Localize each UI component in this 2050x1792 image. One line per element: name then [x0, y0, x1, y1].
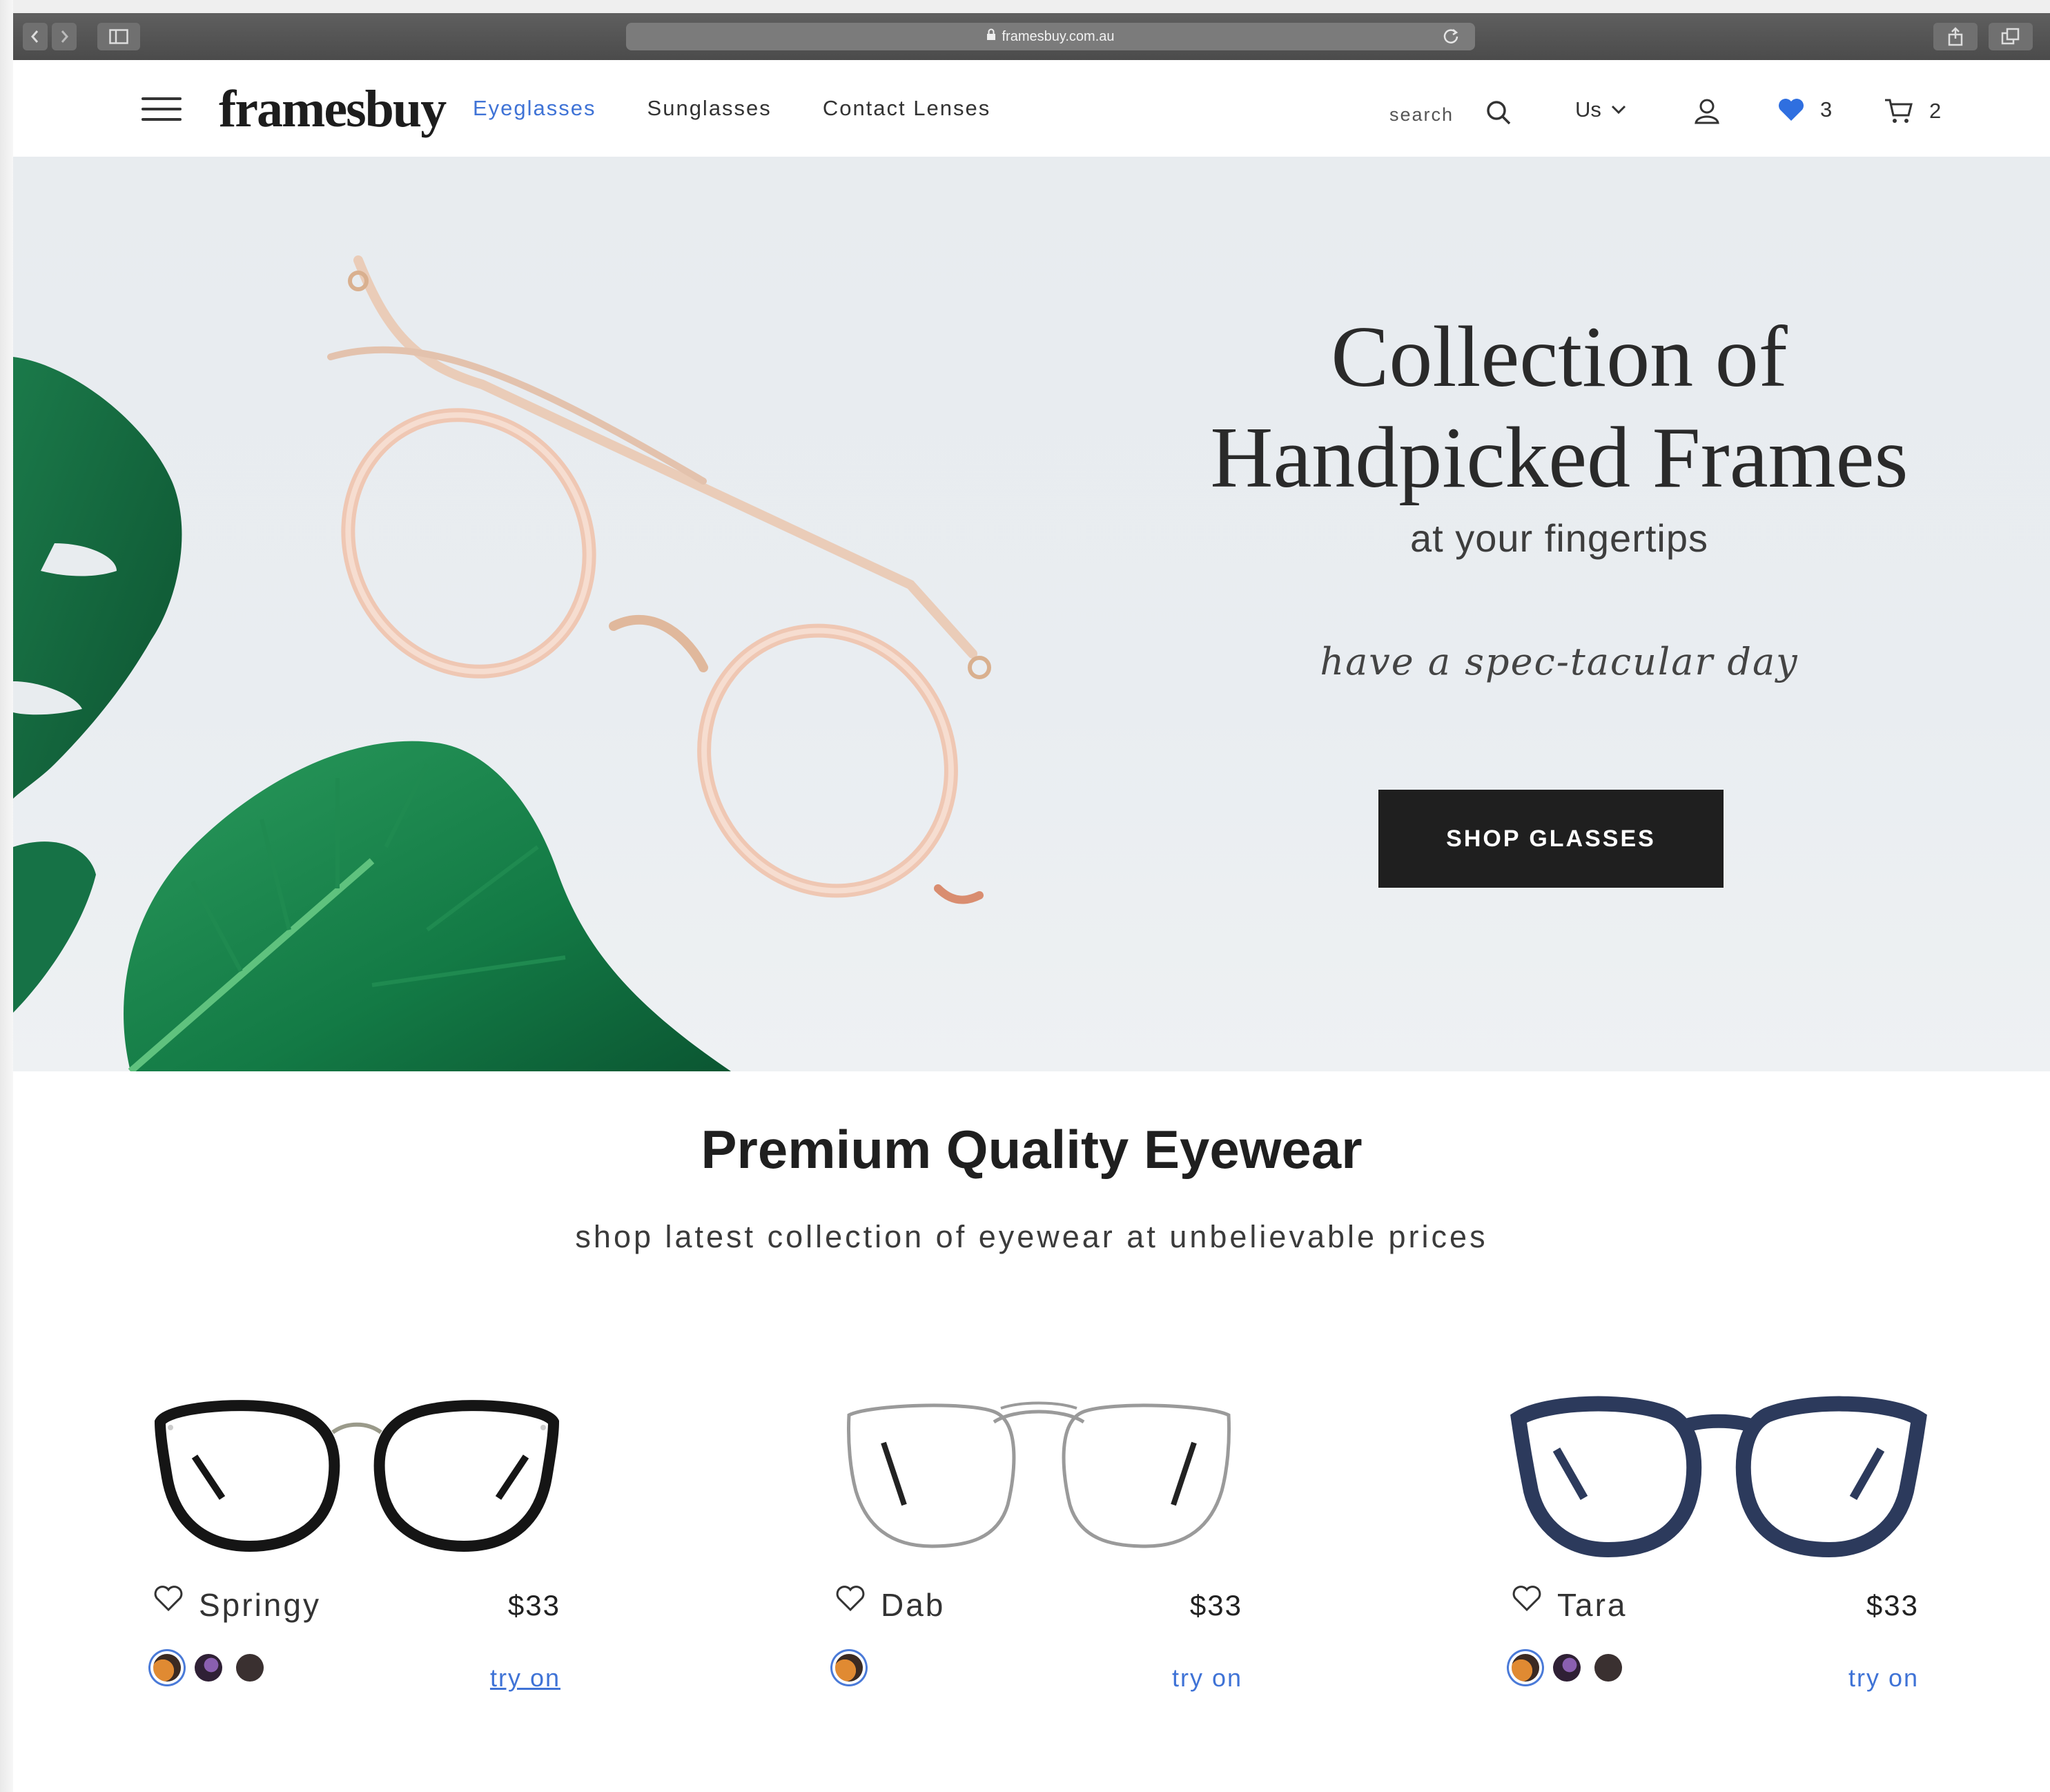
nav-sunglasses[interactable]: Sunglasses [647, 96, 772, 121]
product-image-springy [154, 1400, 560, 1552]
chevron-down-icon [1611, 105, 1626, 115]
nav-contact-lenses[interactable]: Contact Lenses [823, 96, 990, 121]
product-price: $33 [1866, 1589, 1919, 1621]
product-card-tara[interactable]: Tara $33 try on [1505, 1381, 1960, 1726]
shop-glasses-button[interactable]: SHOP GLASSES [1378, 790, 1724, 888]
search-label[interactable]: search [1389, 104, 1454, 126]
tabs-icon [2001, 28, 2020, 45]
product-price: $33 [507, 1589, 560, 1621]
share-button[interactable] [1933, 23, 1978, 50]
swatch-tortoise[interactable] [153, 1654, 181, 1682]
user-icon[interactable] [1693, 97, 1721, 128]
product-card-dab[interactable]: Dab $33 try on [828, 1381, 1284, 1726]
lock-icon [986, 28, 996, 45]
browser-back-button[interactable] [23, 23, 48, 50]
hero-title-line-1: Collection of [1331, 309, 1788, 405]
chevron-right-icon [61, 30, 68, 43]
swatch-dark[interactable] [236, 1654, 264, 1682]
region-label: Us [1575, 97, 1601, 121]
sidebar-icon [109, 29, 128, 44]
product-name[interactable]: Dab [881, 1586, 945, 1624]
region-selector[interactable]: Us [1575, 97, 1626, 122]
monstera-leaf-bottom [124, 741, 731, 1071]
site-header: framesbuy Eyeglasses Sunglasses Contact … [13, 60, 2050, 157]
color-swatches [153, 1654, 264, 1682]
cart-count: 2 [1929, 99, 1942, 123]
cart-icon [1885, 99, 1913, 123]
heart-icon [1779, 99, 1804, 121]
main-nav: Eyeglasses Sunglasses Contact Lenses [473, 96, 1042, 121]
product-price: $33 [1189, 1589, 1242, 1621]
hero-title-line-2: Handpicked Frames [1210, 410, 1909, 506]
tabs-overview-button[interactable] [1989, 23, 2033, 50]
hero-title: Collection of Handpicked Frames [1159, 307, 1960, 509]
window-shadow-top [0, 0, 2050, 13]
url-text: framesbuy.com.au [1002, 28, 1115, 44]
sidebar-toggle-button[interactable] [97, 23, 140, 50]
color-swatches [1512, 1654, 1622, 1682]
cart-link[interactable]: 2 [1884, 97, 1941, 125]
address-bar[interactable]: framesbuy.com.au [626, 23, 1475, 50]
product-image-tara [1510, 1396, 1927, 1558]
heart-outline-icon[interactable] [835, 1585, 866, 1616]
try-on-link[interactable]: try on [1172, 1664, 1242, 1693]
product-card-springy[interactable]: Springy $33 try on [146, 1381, 602, 1726]
swatch-tortoise[interactable] [835, 1654, 863, 1682]
window-shadow-left [0, 0, 13, 1792]
hero-image [13, 255, 991, 1071]
swatch-dark[interactable] [1594, 1654, 1622, 1682]
heart-outline-icon[interactable] [1512, 1585, 1542, 1616]
browser-forward-button[interactable] [52, 23, 77, 50]
try-on-link[interactable]: try on [1848, 1664, 1919, 1693]
share-icon [1948, 27, 1963, 46]
product-name[interactable]: Springy [199, 1586, 321, 1624]
nav-eyeglasses[interactable]: Eyeglasses [473, 96, 596, 121]
browser-toolbar: framesbuy.com.au [13, 13, 2050, 61]
search-icon[interactable] [1485, 99, 1512, 130]
color-swatches [835, 1654, 863, 1682]
reload-icon[interactable] [1442, 27, 1460, 49]
section-title: Premium Quality Eyewear [701, 1119, 1363, 1180]
product-name[interactable]: Tara [1557, 1586, 1627, 1624]
product-image-dab [846, 1401, 1231, 1548]
monstera-leaf-top [13, 357, 182, 799]
logo[interactable]: framesbuy [219, 79, 447, 139]
hero-subtitle: at your fingertips [1410, 516, 1708, 560]
swatch-purple[interactable] [195, 1654, 222, 1682]
wishlist-count: 3 [1820, 97, 1833, 121]
chevron-left-icon [31, 30, 39, 43]
try-on-link[interactable]: try on [490, 1664, 560, 1693]
swatch-purple[interactable] [1553, 1654, 1581, 1682]
hero-banner: Collection of Handpicked Frames at your … [13, 157, 2050, 1071]
section-subtitle: shop latest collection of eyewear at unb… [575, 1219, 1488, 1254]
menu-icon[interactable] [141, 97, 182, 125]
hero-tagline: have a spec-tacular day [1320, 640, 1799, 683]
swatch-tortoise[interactable] [1512, 1654, 1539, 1682]
heart-outline-icon[interactable] [153, 1585, 184, 1616]
wishlist-link[interactable]: 3 [1777, 97, 1832, 122]
